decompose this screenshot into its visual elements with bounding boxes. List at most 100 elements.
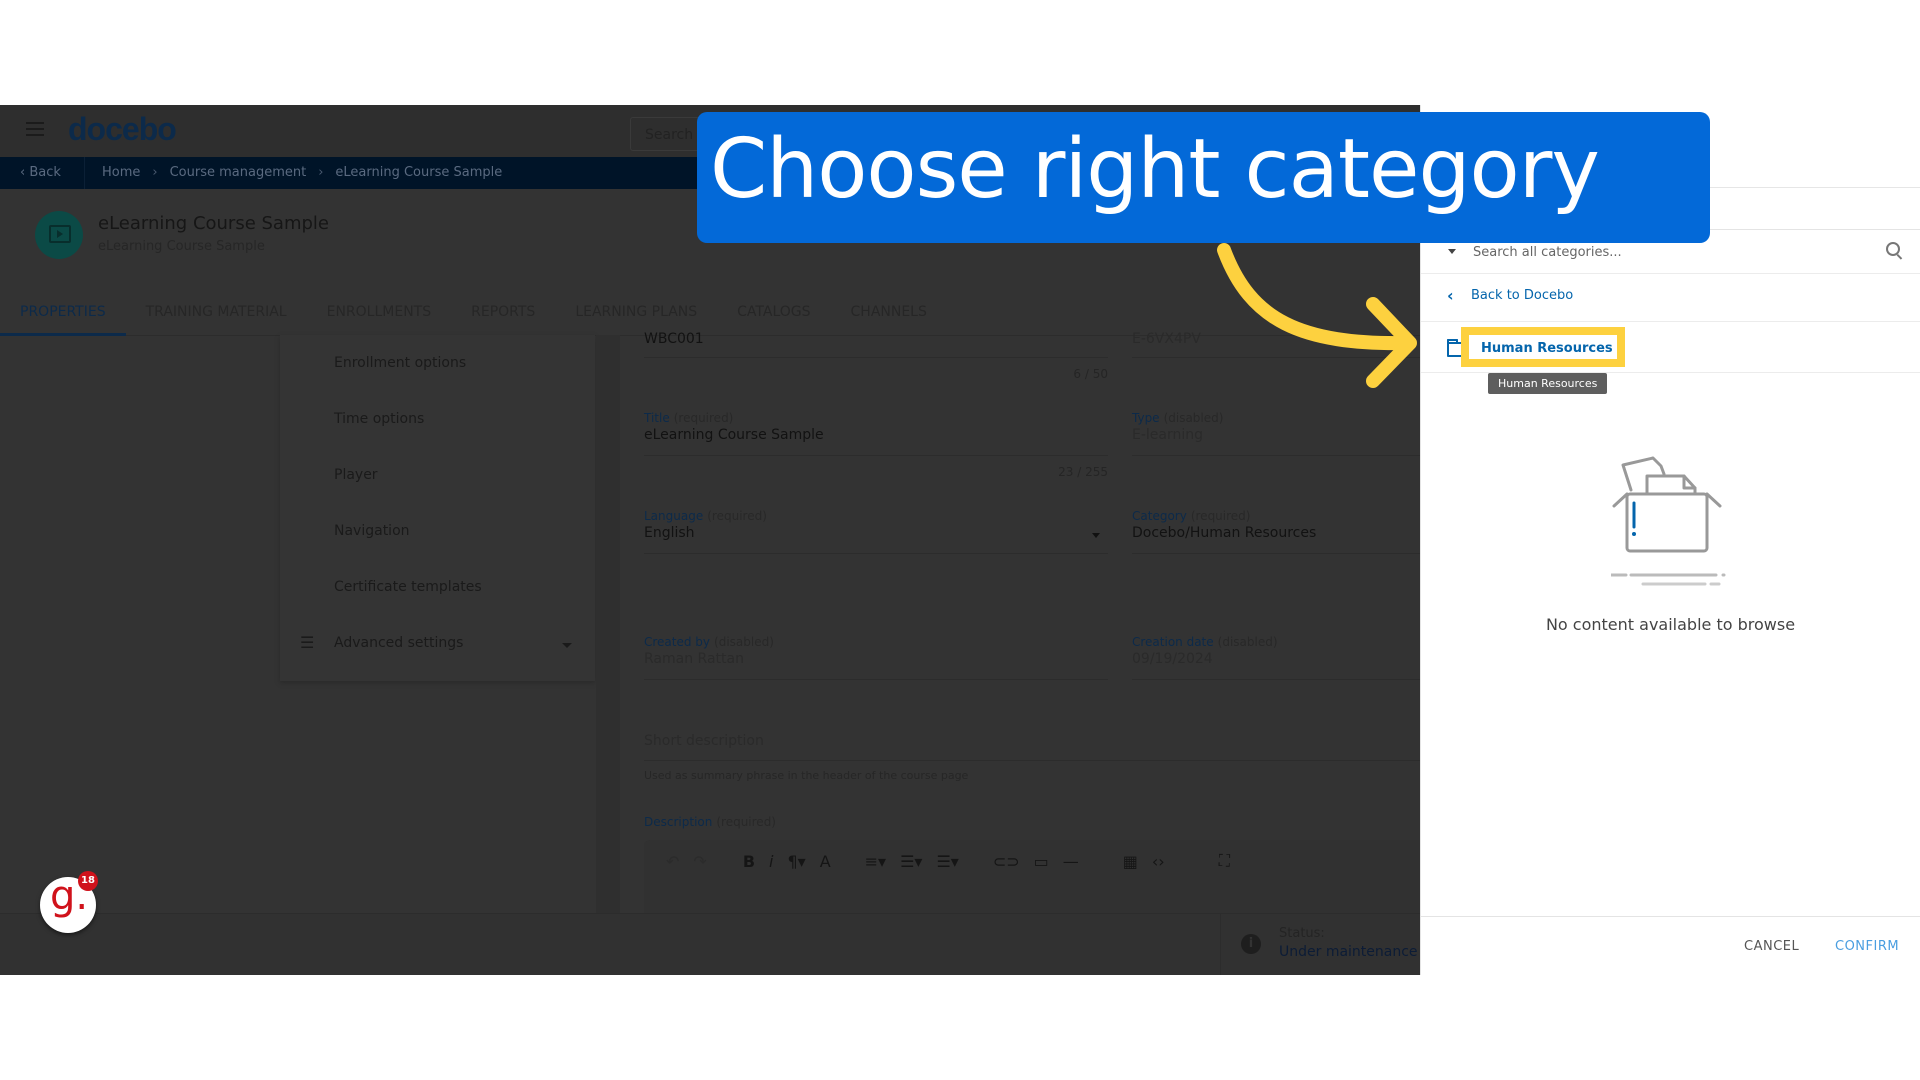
breadcrumb: Home › Course management › eLearning Cou…	[102, 165, 502, 180]
field-underline	[644, 553, 1108, 554]
tab-reports[interactable]: REPORTS	[451, 289, 555, 335]
field-underline	[644, 760, 1420, 761]
menu-item-player[interactable]: Player	[334, 467, 378, 483]
sliders-icon: ☰	[300, 633, 315, 652]
creation-date-label: Creation date (disabled)	[1132, 635, 1278, 649]
course-tabs: PROPERTIES TRAINING MATERIAL ENROLLMENTS…	[0, 289, 1420, 336]
breadcrumb-course-management[interactable]: Course management	[170, 165, 307, 180]
status-value[interactable]: Under maintenance	[1279, 944, 1418, 960]
text-color-icon[interactable]: A	[820, 852, 831, 871]
field-underline	[1132, 679, 1420, 680]
menu-item-enrollment-options[interactable]: Enrollment options	[334, 355, 466, 371]
tab-channels[interactable]: CHANNELS	[831, 289, 947, 335]
field-underline	[1132, 357, 1420, 358]
category-label: Category (required)	[1132, 509, 1251, 523]
status-box: i Status: Under maintenance	[1220, 914, 1421, 975]
course-subtitle: eLearning Course Sample	[98, 239, 265, 254]
table-icon[interactable]: ▦	[1123, 852, 1138, 871]
breadcrumb-current: eLearning Course Sample	[335, 165, 503, 180]
type-label: Type (disabled)	[1132, 411, 1224, 425]
unique-id-value: E-6VX4PV	[1132, 331, 1201, 347]
menu-item-navigation[interactable]: Navigation	[334, 523, 410, 539]
video-icon[interactable]: ▭	[1034, 852, 1049, 871]
bold-icon[interactable]: B	[743, 852, 755, 871]
category-list-item[interactable]: Human Resources	[1421, 321, 1920, 373]
short-description-helper: Used as summary phrase in the header of …	[644, 769, 969, 782]
undo-icon[interactable]: ↶	[666, 852, 679, 871]
status-label: Status:	[1279, 926, 1325, 941]
back-to-docebo-link[interactable]: ‹ Back to Docebo	[1421, 273, 1920, 322]
link-icon[interactable]: ⊂⊃	[993, 852, 1020, 871]
title-label: Title (required)	[644, 411, 734, 425]
menu-item-advanced-settings[interactable]: Advanced settings	[334, 635, 463, 651]
cancel-button[interactable]: CANCEL	[1744, 939, 1799, 954]
tab-training-material[interactable]: TRAINING MATERIAL	[126, 289, 307, 335]
divider	[84, 157, 85, 189]
confirm-button[interactable]: CONFIRM	[1835, 939, 1899, 954]
redo-icon[interactable]: ↷	[693, 852, 706, 871]
created-by-value: Raman Rattan	[644, 651, 744, 667]
field-underline	[644, 357, 1108, 358]
back-link[interactable]: ‹ Back	[20, 165, 61, 180]
menu-item-time-options[interactable]: Time options	[334, 411, 424, 427]
docebo-logo[interactable]: docebo	[68, 111, 177, 148]
type-value: E-learning	[1132, 427, 1204, 443]
tab-enrollments[interactable]: ENROLLMENTS	[307, 289, 452, 335]
elearning-course-icon	[35, 211, 83, 259]
numbered-list-icon[interactable]: ☰▾	[900, 852, 922, 871]
language-select[interactable]: English	[644, 525, 695, 541]
course-code-value[interactable]: WBC001	[644, 331, 704, 347]
dropdown-caret-icon[interactable]	[1092, 533, 1100, 538]
notification-widget[interactable]: g. 18	[40, 871, 98, 933]
chevron-right-icon: ›	[318, 165, 324, 180]
created-by-label: Created by (disabled)	[644, 635, 774, 649]
field-underline	[644, 455, 1108, 456]
back-label: Back	[29, 165, 61, 180]
properties-side-menu: Enrollment options Time options Player N…	[280, 335, 595, 681]
caret-down-icon[interactable]	[1448, 249, 1456, 254]
content-gutter	[596, 335, 620, 975]
info-icon: i	[1241, 934, 1261, 954]
menu-item-certificate-templates[interactable]: Certificate templates	[334, 579, 482, 595]
editor-toolbar: ↶ ↷ B i ¶▾ A ≡▾ ☰▾ ☰▾ ⊂⊃ ▭ — ▦ ‹› ⛶	[644, 840, 1420, 882]
chevron-left-icon: ‹	[20, 165, 30, 180]
empty-box-illustration	[1611, 456, 1726, 586]
category-human-resources[interactable]: Human Resources	[1481, 341, 1613, 356]
tab-learning-plans[interactable]: LEARNING PLANS	[555, 289, 717, 335]
field-underline	[644, 679, 1108, 680]
creation-date-value: 09/19/2024	[1132, 651, 1213, 667]
chevron-right-icon: ›	[152, 165, 158, 180]
horizontal-rule-icon[interactable]: —	[1063, 852, 1079, 871]
bullet-list-icon[interactable]: ☰▾	[936, 852, 958, 871]
tab-properties[interactable]: PROPERTIES	[0, 289, 126, 336]
divider	[1421, 916, 1920, 917]
italic-icon[interactable]: i	[769, 852, 773, 871]
caret-down-icon[interactable]	[562, 643, 572, 648]
highlight-box[interactable]: Human Resources	[1461, 327, 1625, 367]
instruction-banner: Choose right category	[697, 112, 1710, 243]
instruction-text: Choose right category	[710, 122, 1600, 217]
category-field[interactable]: Docebo/Human Resources	[1132, 525, 1316, 541]
bottom-status-bar: i Status: Under maintenance	[0, 913, 1420, 975]
field-underline	[1132, 553, 1420, 554]
title-counter: 23 / 255	[1058, 465, 1108, 479]
empty-state-text: No content available to browse	[1545, 615, 1796, 634]
course-title: eLearning Course Sample	[98, 213, 329, 234]
back-to-docebo-label: Back to Docebo	[1471, 288, 1574, 303]
code-icon[interactable]: ‹›	[1152, 852, 1165, 871]
field-underline	[1132, 455, 1420, 456]
short-description-input[interactable]: Short description	[644, 733, 764, 749]
breadcrumb-home[interactable]: Home	[102, 165, 140, 180]
chevron-left-icon: ‹	[1447, 286, 1454, 305]
hamburger-menu-icon[interactable]	[26, 122, 44, 136]
tooltip: Human Resources	[1488, 373, 1608, 394]
paragraph-icon[interactable]: ¶▾	[787, 852, 805, 871]
tab-catalogs[interactable]: CATALOGS	[717, 289, 830, 335]
search-icon[interactable]	[1886, 242, 1900, 256]
notification-count-badge: 18	[78, 871, 98, 891]
fullscreen-icon[interactable]: ⛶	[1219, 851, 1230, 871]
code-counter: 6 / 50	[1073, 367, 1108, 381]
title-input[interactable]: eLearning Course Sample	[644, 427, 824, 443]
align-icon[interactable]: ≡▾	[865, 852, 886, 871]
description-label: Description (required)	[644, 815, 776, 829]
